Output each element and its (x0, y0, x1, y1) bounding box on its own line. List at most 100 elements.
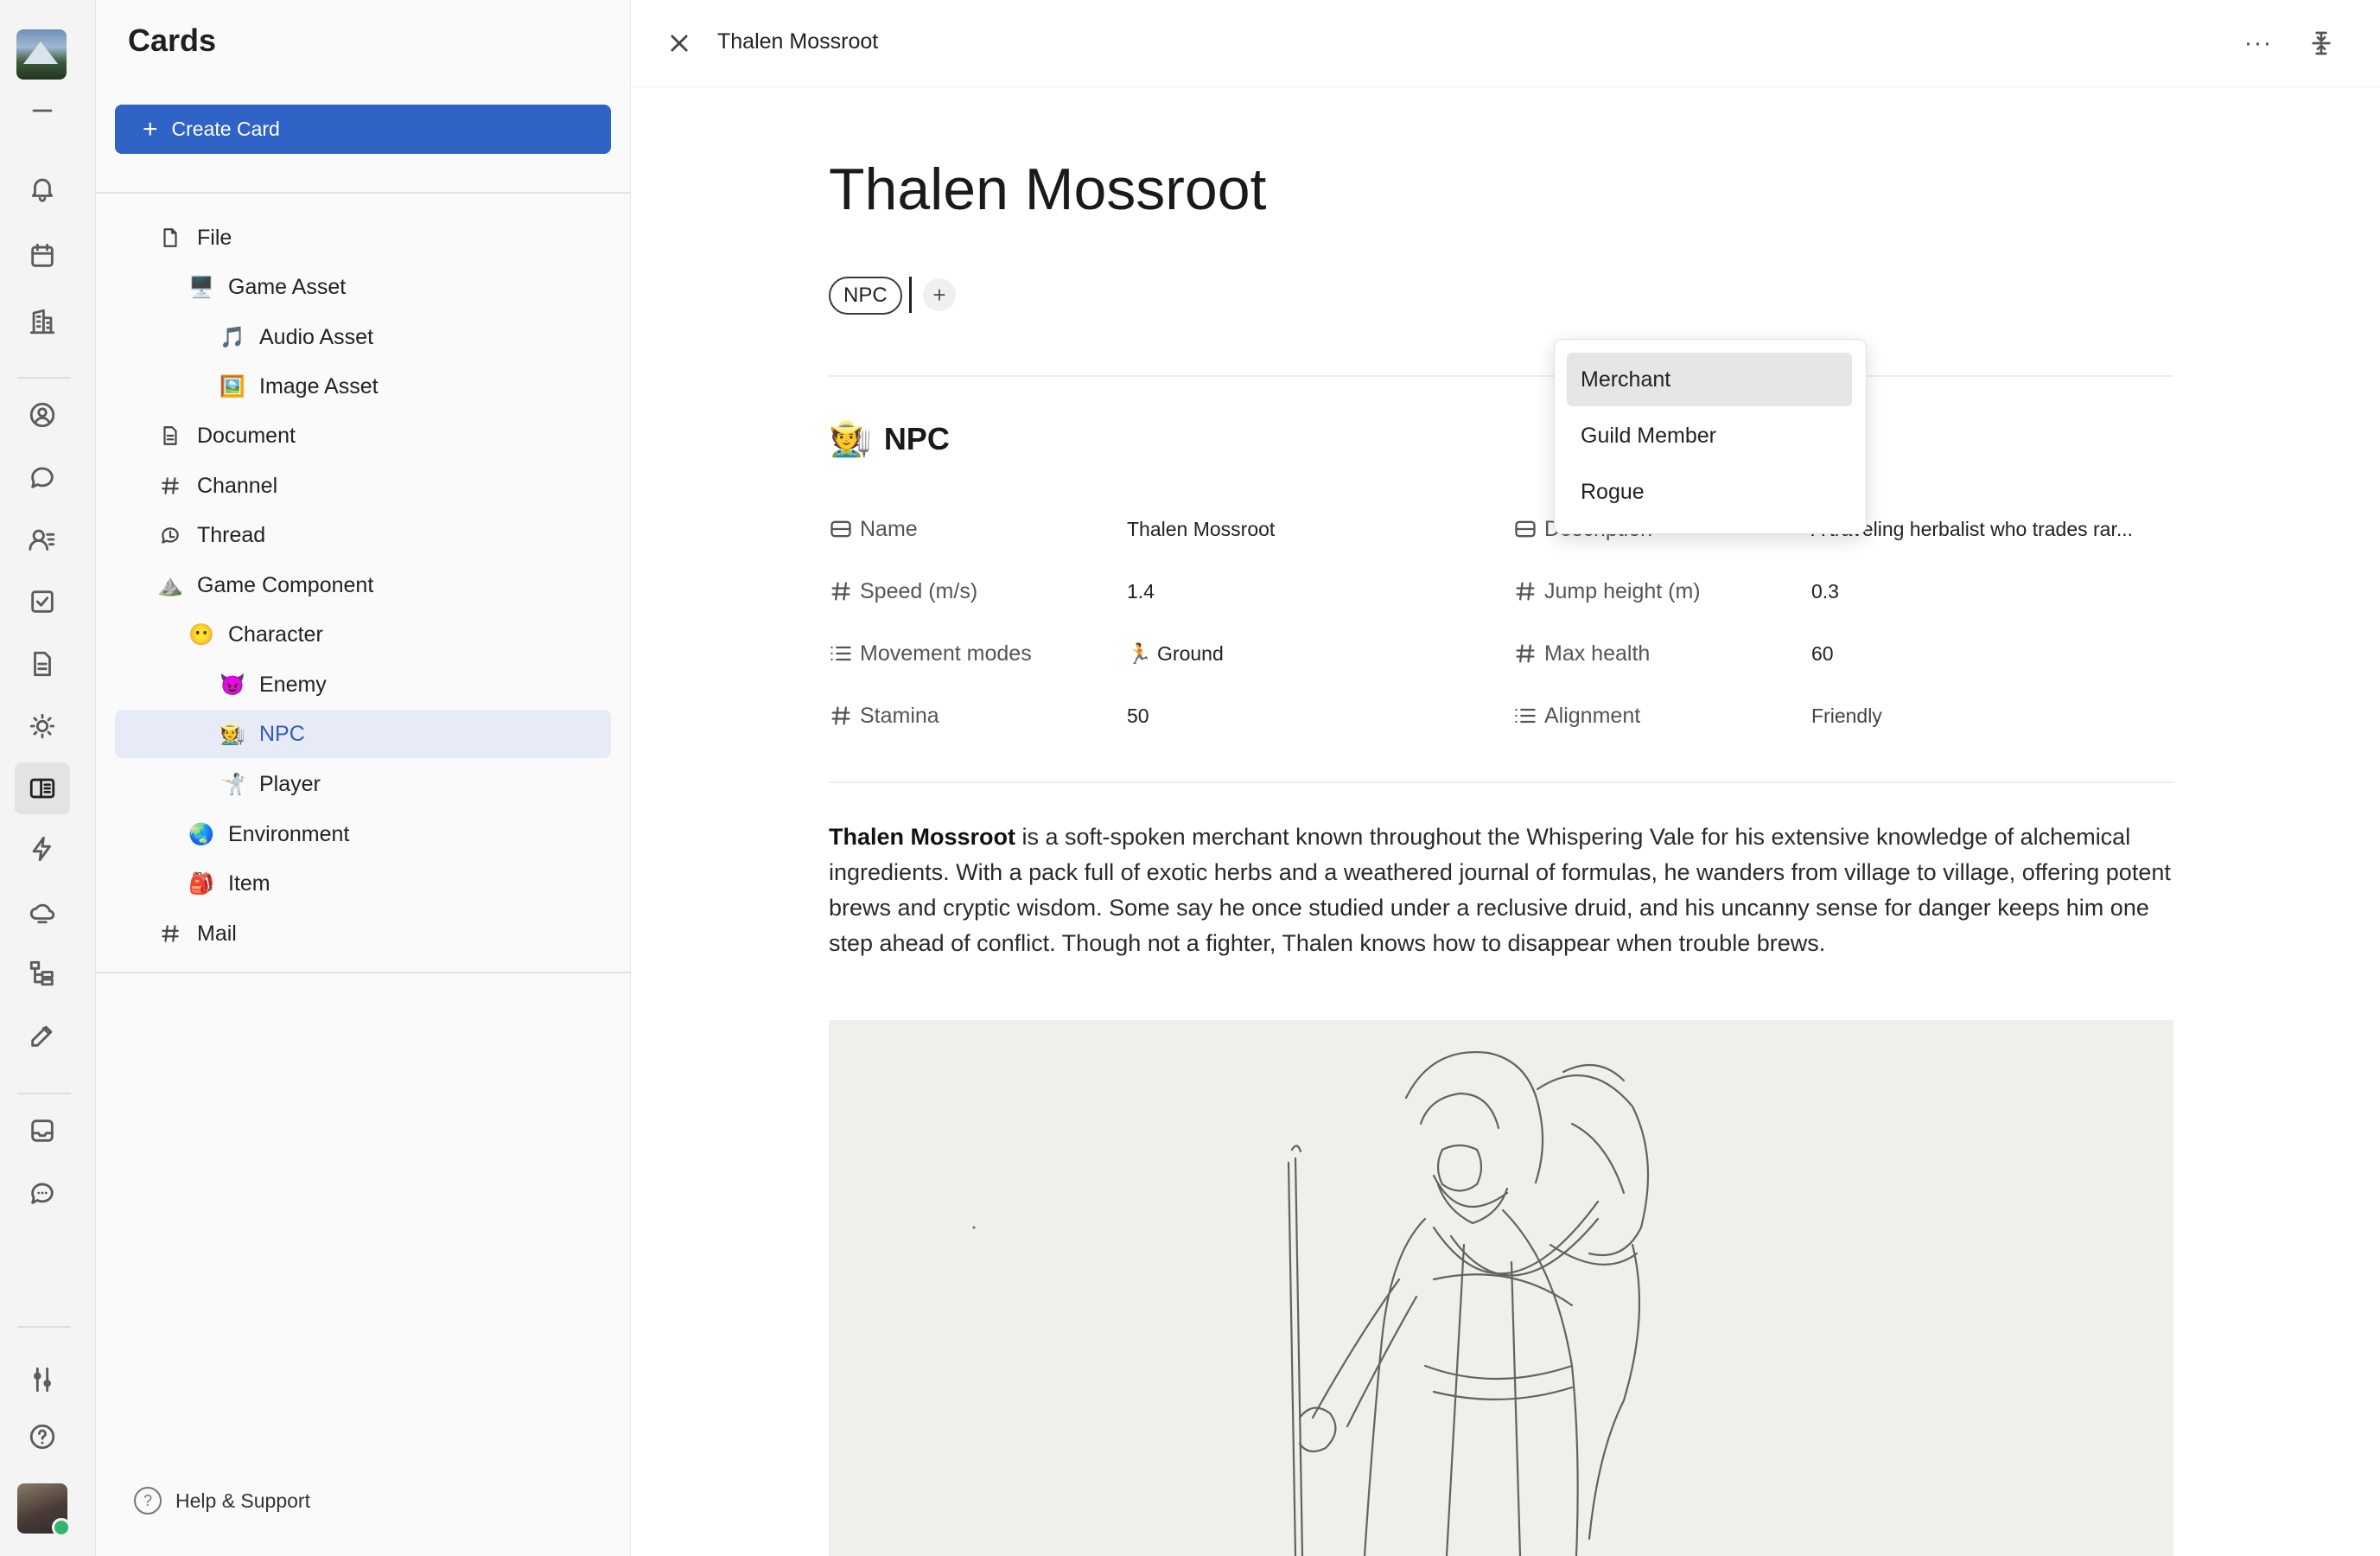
property-label: Alignment (1544, 703, 1641, 728)
property-value-movement[interactable]: 🏃 Ground (1127, 635, 1224, 673)
property-value-speed[interactable]: 1.4 (1127, 572, 1155, 610)
tree-item-label: Mail (197, 921, 237, 946)
checkbox-icon[interactable] (23, 583, 61, 621)
tree-item-thread[interactable]: Thread (157, 511, 265, 559)
property-value-alignment[interactable]: Friendly (1811, 697, 1882, 735)
property-label-movement: Movement modes (829, 635, 1032, 673)
breadcrumb-title: Thalen Mossroot (717, 29, 879, 54)
thread-icon (157, 522, 183, 548)
sun-icon[interactable] (23, 707, 61, 745)
farmer-icon: 🧑‍🌾 (220, 722, 245, 746)
card-detail-view: Thalen Mossroot ··· Thalen Mossroot NPC … (631, 0, 2380, 1556)
tag-chip-npc[interactable]: NPC (829, 277, 902, 315)
user-avatar[interactable] (17, 1483, 71, 1537)
building-icon[interactable] (23, 303, 61, 341)
dropdown-option-merchant[interactable]: Merchant (1567, 353, 1852, 406)
workspace-logo[interactable] (16, 29, 67, 80)
help-support-link[interactable]: ? Help & Support (134, 1487, 310, 1515)
property-label-stamina: Stamina (829, 697, 939, 735)
tree-item-file[interactable]: File (157, 214, 232, 262)
tree-item-channel[interactable]: Channel (157, 462, 277, 510)
tree-item-enemy[interactable]: 😈 Enemy (220, 660, 327, 709)
property-value-name[interactable]: Thalen Mossroot (1127, 510, 1275, 548)
cloud-icon[interactable] (23, 892, 61, 930)
nav-divider (96, 192, 630, 194)
tree-item-game-asset[interactable]: 🖥️ Game Asset (188, 263, 346, 311)
tree-item-label: Thread (197, 522, 266, 547)
farmer-icon: 🧑‍🌾 (829, 420, 872, 458)
number-icon (829, 704, 853, 728)
face-icon: 😶 (188, 622, 214, 647)
rail-divider (17, 1326, 71, 1328)
property-value-jump-height[interactable]: 0.3 (1811, 572, 1839, 610)
chat-bubble-icon[interactable] (23, 458, 61, 496)
tree-item-audio-asset[interactable]: 🎵 Audio Asset (220, 313, 373, 361)
message-dots-icon[interactable] (23, 1174, 61, 1212)
character-sketch-image[interactable] (829, 1020, 2173, 1556)
nav-title: Cards (128, 22, 217, 58)
file-icon (157, 225, 183, 251)
section-header-npc: 🧑‍🌾 NPC (829, 418, 950, 459)
card-title[interactable]: Thalen Mossroot (829, 156, 1266, 223)
tree-item-label: Game Component (197, 572, 374, 597)
tree-item-character[interactable]: 😶 Character (188, 610, 323, 659)
property-label-speed: Speed (m/s) (829, 572, 977, 610)
property-value-stamina[interactable]: 50 (1127, 697, 1149, 735)
bell-icon[interactable] (23, 169, 61, 207)
picture-icon: 🖼️ (220, 374, 245, 399)
globe-icon: 🌏 (188, 822, 214, 846)
plus-icon: + (143, 114, 158, 143)
dropdown-option-label: Merchant (1581, 367, 1671, 392)
tree-item-player[interactable]: 🤺 Player (220, 760, 321, 808)
list-icon (829, 641, 853, 666)
dropdown-option-guild-member[interactable]: Guild Member (1567, 409, 1852, 462)
tree-item-npc[interactable]: 🧑‍🌾 NPC (115, 710, 611, 758)
document-icon (157, 423, 183, 449)
inbox-icon[interactable] (23, 1112, 61, 1150)
tree-item-environment[interactable]: 🌏 Environment (188, 810, 349, 858)
hash-icon (157, 921, 183, 947)
tree-item-document[interactable]: Document (157, 411, 296, 460)
create-card-button[interactable]: + Create Card (115, 105, 611, 154)
sliders-icon[interactable] (23, 1361, 61, 1399)
person-circle-icon[interactable] (23, 396, 61, 434)
tree-item-label: Game Asset (228, 274, 347, 299)
tree-item-item[interactable]: 🎒 Item (188, 859, 270, 908)
add-tag-button[interactable]: + (923, 278, 956, 311)
rail-divider (17, 377, 71, 379)
music-note-icon: 🎵 (220, 325, 245, 349)
property-label-max-health: Max health (1513, 635, 1650, 673)
document-icon[interactable] (23, 645, 61, 683)
tree-item-label: Image Asset (259, 373, 379, 399)
hierarchy-icon[interactable] (23, 954, 61, 992)
contacts-icon[interactable] (23, 520, 61, 558)
menu-icon[interactable] (23, 92, 61, 130)
sketch-speck (972, 1226, 976, 1229)
calendar-icon[interactable] (23, 237, 61, 275)
help-icon[interactable] (23, 1418, 61, 1456)
tree-item-label: Audio Asset (259, 324, 374, 349)
tree-item-label: Environment (228, 821, 350, 846)
dropdown-option-rogue[interactable]: Rogue (1567, 465, 1852, 519)
lightning-icon[interactable] (23, 830, 61, 868)
tree-item-label: Enemy (259, 672, 327, 697)
tree-item-mail[interactable]: Mail (157, 909, 237, 958)
edit-icon[interactable] (23, 1017, 61, 1055)
tag-suggestion-dropdown: Merchant Guild Member Rogue (1554, 339, 1867, 534)
create-card-label: Create Card (171, 118, 280, 140)
property-label-name: Name (829, 510, 918, 548)
devil-icon: 😈 (220, 673, 245, 697)
tree-item-image-asset[interactable]: 🖼️ Image Asset (220, 362, 379, 411)
property-label-alignment: Alignment (1513, 697, 1640, 735)
collapse-panel-icon[interactable] (2304, 26, 2339, 61)
number-icon (1513, 641, 1537, 666)
property-label: Speed (m/s) (860, 578, 978, 603)
more-options-icon[interactable]: ··· (2240, 26, 2276, 61)
tree-item-game-component[interactable]: ⛰️ Game Component (157, 561, 373, 609)
card-body-text[interactable]: Thalen Mossroot is a soft-spoken merchan… (829, 819, 2177, 961)
cards-icon[interactable] (15, 762, 70, 814)
fencer-icon: 🤺 (220, 772, 245, 796)
app-rail (0, 0, 96, 1556)
close-icon[interactable] (664, 28, 695, 59)
property-value-max-health[interactable]: 60 (1811, 635, 1834, 673)
